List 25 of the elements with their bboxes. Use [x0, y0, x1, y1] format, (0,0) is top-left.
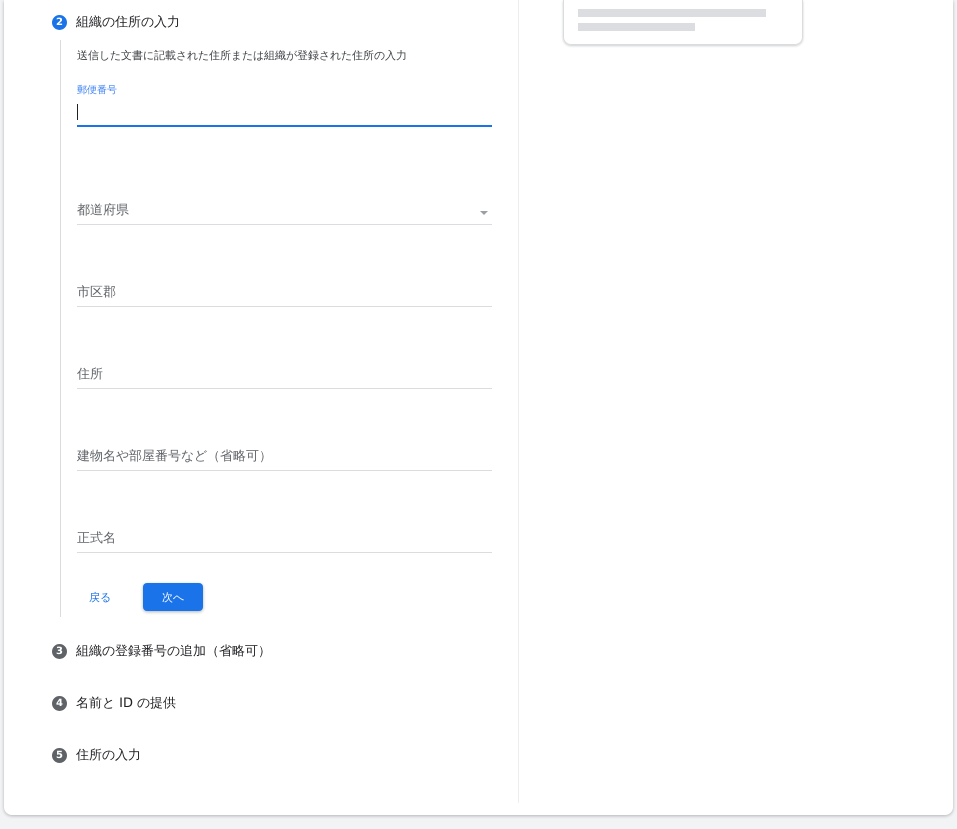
step-description: 送信した文書に記載された住所または組織が登録された住所の入力	[77, 48, 408, 63]
text-cursor	[77, 104, 78, 120]
step-title[interactable]: 組織の住所の入力	[76, 13, 180, 31]
field-placeholder: 正式名	[77, 530, 116, 547]
step-number: 3	[52, 644, 67, 658]
select-field[interactable]: 都道府県	[77, 177, 492, 225]
step-number: 4	[52, 696, 67, 710]
step-number: 5	[52, 748, 67, 762]
field-placeholder: 都道府県	[77, 202, 129, 219]
dropdown-caret-icon	[480, 211, 488, 215]
postal-code-field[interactable]: 郵便番号	[77, 83, 492, 127]
input-field[interactable]: 住所	[77, 341, 492, 389]
field-placeholder: 建物名や部屋番号など（省略可）	[77, 448, 272, 465]
step-title[interactable]: 住所の入力	[76, 746, 141, 764]
input-field[interactable]: 市区郡	[77, 259, 492, 307]
field-placeholder: 市区郡	[77, 284, 116, 301]
next-button[interactable]: 次へ	[143, 583, 203, 611]
step-title[interactable]: 名前と ID の提供	[76, 694, 176, 712]
field-label: 郵便番号	[77, 84, 117, 97]
step-title[interactable]: 組織の登録番号の追加（省略可）	[76, 642, 271, 660]
input-field[interactable]: 建物名や部屋番号など（省略可）	[77, 423, 492, 471]
step-number: 2	[52, 14, 67, 30]
field-placeholder: 住所	[77, 366, 103, 383]
input-field[interactable]: 正式名	[77, 505, 492, 553]
back-button[interactable]: 戻る	[77, 583, 123, 611]
